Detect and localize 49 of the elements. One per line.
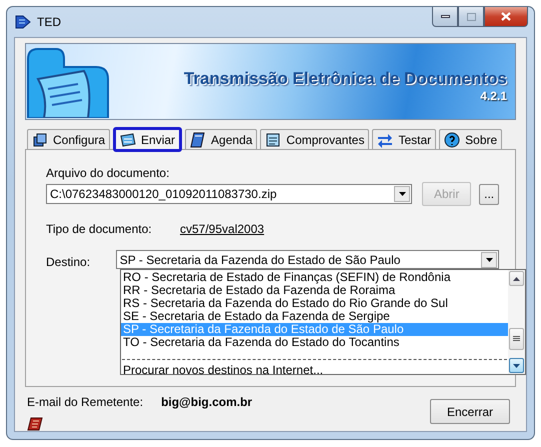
caret-icon: [486, 258, 492, 262]
list-option[interactable]: TO - Secretaria da Fazenda do Estado do Tocantins: [121, 336, 508, 349]
destination-combobox[interactable]: SP - Secretaria da Fazenda do Estado de São Paulo: [116, 250, 499, 269]
field-label: E-mail do Remetente:: [27, 395, 144, 409]
down-arrow-icon: [513, 364, 520, 368]
list-option[interactable]: RS - Secretaria da Fazenda do Estado do Rio Grande do Sul: [121, 297, 508, 310]
caret-icon: [398, 192, 406, 196]
field-label: Arquivo do documento:: [46, 166, 170, 180]
list-option[interactable]: RR - Secretaria de Estado da Fazenda de Roraima: [121, 284, 508, 297]
window-title: TED: [37, 15, 62, 29]
tab[interactable]: Comprovantes: [260, 129, 370, 149]
book-icon: [27, 417, 43, 431]
maximize-icon: [466, 12, 476, 20]
document-icon: [120, 132, 136, 148]
tab[interactable]: Sobre: [439, 129, 502, 149]
field-label: Destino:: [46, 254, 92, 268]
list-option[interactable]: Procurar novos destinos na Internet...: [121, 364, 508, 377]
browse-button[interactable]: ...: [479, 184, 499, 204]
close-icon: [501, 12, 511, 21]
list-option[interactable]: SE - Secretaria de Estado da Fazenda de Sergipe: [121, 310, 508, 323]
minimize-button[interactable]: [432, 7, 458, 27]
scrollbar-track[interactable]: [508, 270, 525, 374]
scroll-down-button[interactable]: [509, 358, 524, 373]
scroll-up-button[interactable]: [509, 271, 524, 286]
dropdown-button[interactable]: [394, 186, 410, 202]
receipt-icon: [265, 132, 282, 148]
help-icon: [444, 132, 460, 148]
tab[interactable]: Enviar: [113, 127, 182, 152]
tab[interactable]: Configura: [27, 129, 110, 149]
version-number: 4.2.1: [480, 88, 507, 102]
banner-title: Transmissão Eletrônica de Documentos: [184, 68, 507, 88]
windows-stack-icon: [32, 132, 48, 148]
close-app-button[interactable]: Encerrar: [430, 399, 510, 424]
sender-email: big@big.com.br: [161, 395, 252, 409]
dropdown-button[interactable]: [481, 252, 497, 268]
swap-arrows-icon: [377, 132, 394, 148]
minimize-icon: [440, 15, 450, 18]
up-arrow-icon: [513, 276, 520, 280]
maximize-button[interactable]: [458, 7, 484, 27]
list-option[interactable]: RO - Secretaria de Estado de Finanças (SEFIN) de Rondônia: [121, 271, 508, 284]
document-type-link[interactable]: cv57/95val2003: [180, 222, 264, 236]
close-button[interactable]: [484, 7, 528, 27]
tab[interactable]: Testar: [372, 129, 436, 149]
scrollbar-thumb[interactable]: [509, 328, 524, 350]
app-icon: [15, 15, 31, 29]
grip-icon: [513, 336, 520, 342]
tab[interactable]: Agenda: [185, 129, 258, 149]
file-combobox[interactable]: C:\07623483000120_01092011083730.zip: [46, 184, 412, 204]
field-label: Tipo de documento:: [46, 222, 153, 236]
